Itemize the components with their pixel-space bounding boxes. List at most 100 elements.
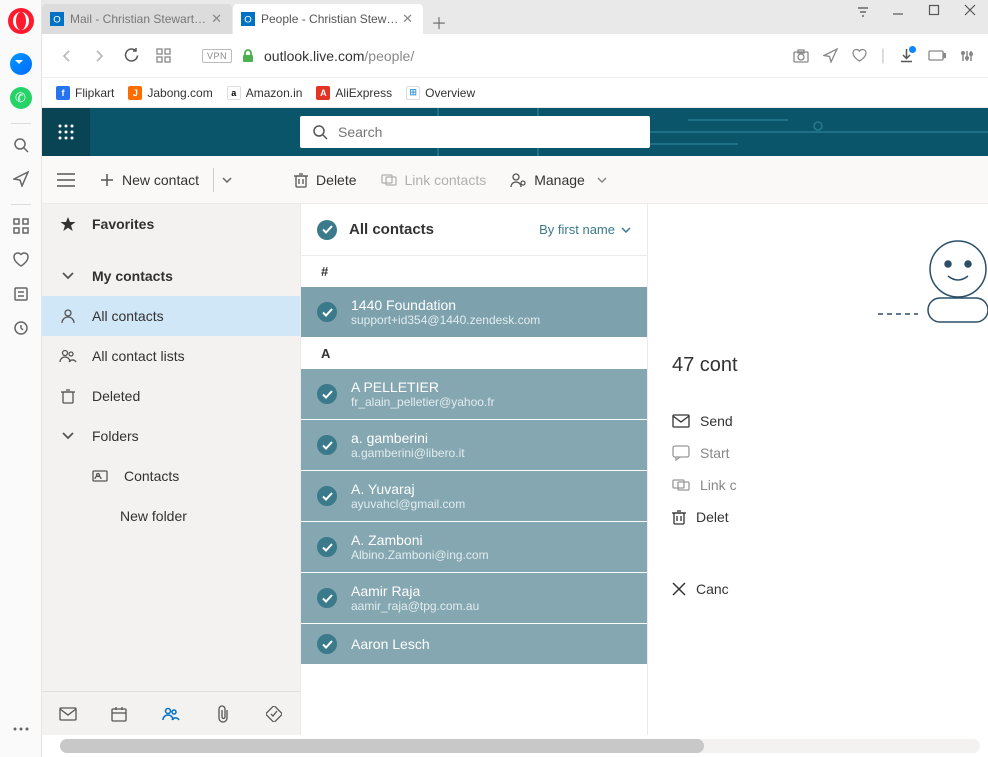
new-tab-button[interactable]: ＋: [424, 10, 454, 34]
battery-icon[interactable]: [928, 50, 946, 61]
list-title: All contacts: [349, 221, 527, 238]
nav-favorites[interactable]: Favorites: [42, 204, 300, 244]
row-checkbox[interactable]: [317, 537, 337, 557]
star-icon: [58, 216, 78, 232]
whatsapp-icon[interactable]: ✆: [7, 84, 35, 112]
group-header: #: [301, 256, 647, 287]
mail-icon: [672, 414, 690, 428]
contact-name: a. gamberini: [351, 430, 465, 446]
bookmark-heart-icon[interactable]: [852, 48, 867, 63]
amazon-icon: a: [227, 86, 241, 100]
close-icon[interactable]: ✕: [400, 11, 415, 27]
close-window-button[interactable]: [964, 4, 982, 18]
window-controls: [856, 4, 982, 18]
maximize-button[interactable]: [928, 4, 946, 18]
contact-row[interactable]: Aaron Lesch: [301, 624, 647, 665]
minimize-button[interactable]: [892, 4, 910, 18]
close-icon[interactable]: ✕: [209, 11, 224, 27]
url-path: /people/: [364, 48, 414, 64]
calendar-icon[interactable]: [105, 706, 133, 722]
search-input[interactable]: [338, 124, 638, 140]
news-icon[interactable]: [7, 280, 35, 308]
hamburger-icon[interactable]: [42, 156, 90, 204]
contact-row[interactable]: A. ZamboniAlbino.Zamboni@ing.com: [301, 522, 647, 573]
action-send-email[interactable]: Send: [672, 405, 988, 437]
extensions-icon[interactable]: [152, 45, 174, 67]
attach-icon[interactable]: [209, 705, 237, 723]
contact-row[interactable]: A. Yuvarajayuvahcl@gmail.com: [301, 471, 647, 522]
people-module-icon[interactable]: [157, 706, 185, 722]
bm-jabong[interactable]: JJabong.com: [128, 86, 212, 100]
tab-mail[interactable]: O Mail - Christian Stewart - O ✕: [42, 4, 232, 34]
action-delete[interactable]: Delet: [672, 501, 988, 533]
left-nav: Favorites My contacts All contacts All c…: [42, 204, 300, 735]
forward-button[interactable]: [88, 45, 110, 67]
url-field[interactable]: outlook.live.com/people/: [264, 48, 783, 64]
reload-button[interactable]: [120, 45, 142, 67]
new-contact-button[interactable]: New contact: [90, 164, 209, 196]
nav-folders[interactable]: Folders: [42, 416, 300, 456]
bm-overview[interactable]: ⊞Overview: [406, 86, 475, 100]
contact-name: 1440 Foundation: [351, 297, 540, 313]
contact-list-pane: All contacts By first name #1440 Foundat…: [300, 204, 648, 735]
chevron-down-icon: [58, 432, 78, 440]
contact-email: fr_alain_pelletier@yahoo.fr: [351, 395, 495, 409]
manage-button[interactable]: Manage: [498, 164, 619, 196]
bm-flipkart[interactable]: fFlipkart: [56, 86, 114, 100]
row-checkbox[interactable]: [317, 588, 337, 608]
horizontal-scrollbar[interactable]: [60, 739, 980, 753]
action-cancel[interactable]: Canc: [672, 573, 988, 605]
bm-amazon[interactable]: aAmazon.in: [227, 86, 303, 100]
more-icon[interactable]: [7, 715, 35, 743]
easy-setup-icon[interactable]: [960, 49, 974, 63]
row-checkbox[interactable]: [317, 384, 337, 404]
nav-new-folder[interactable]: New folder: [42, 496, 300, 536]
snapshot-icon[interactable]: [793, 49, 809, 63]
send-page-icon[interactable]: [823, 48, 838, 63]
contact-row[interactable]: Aamir Rajaaamir_raja@tpg.com.au: [301, 573, 647, 624]
nav-all-contacts[interactable]: All contacts: [42, 296, 300, 336]
contact-row[interactable]: a. gamberinia.gamberini@libero.it: [301, 420, 647, 471]
row-checkbox[interactable]: [317, 435, 337, 455]
select-all-toggle[interactable]: [317, 220, 337, 240]
back-button[interactable]: [56, 45, 78, 67]
close-icon: [672, 582, 686, 596]
heart-icon[interactable]: [7, 246, 35, 274]
sort-button[interactable]: By first name: [539, 222, 631, 237]
speed-dial-icon[interactable]: [7, 212, 35, 240]
action-link[interactable]: Link c: [672, 469, 988, 501]
nav-deleted[interactable]: Deleted: [42, 376, 300, 416]
contact-scroll[interactable]: #1440 Foundationsupport+id354@1440.zende…: [301, 256, 647, 735]
nav-my-contacts[interactable]: My contacts: [42, 256, 300, 296]
nav-all-lists[interactable]: All contact lists: [42, 336, 300, 376]
person-gear-icon: [510, 172, 526, 188]
bm-aliexpress[interactable]: AAliExpress: [316, 86, 392, 100]
downloads-icon[interactable]: [899, 48, 914, 63]
module-switcher: [42, 691, 300, 735]
outlook-header: [42, 108, 988, 156]
row-checkbox[interactable]: [317, 634, 337, 654]
action-start-chat[interactable]: Start: [672, 437, 988, 469]
nav-contacts-folder[interactable]: Contacts: [42, 456, 300, 496]
tab-strip: O Mail - Christian Stewart - O ✕ O Peopl…: [42, 0, 988, 34]
link-icon: [381, 173, 397, 187]
contact-row[interactable]: A PELLETIERfr_alain_pelletier@yahoo.fr: [301, 369, 647, 420]
search-box[interactable]: [300, 116, 650, 148]
history-icon[interactable]: [7, 314, 35, 342]
messenger-icon[interactable]: [7, 50, 35, 78]
row-checkbox[interactable]: [317, 302, 337, 322]
tab-people[interactable]: O People - Christian Stewart - ✕: [233, 4, 423, 34]
app-launcher-icon[interactable]: [42, 108, 90, 156]
todo-icon[interactable]: [260, 706, 288, 722]
new-contact-dropdown[interactable]: [213, 168, 232, 192]
vpn-badge[interactable]: VPN: [202, 49, 232, 63]
contact-email: a.gamberini@libero.it: [351, 446, 465, 460]
tab-menu-icon[interactable]: [856, 4, 874, 18]
send-icon[interactable]: [7, 165, 35, 193]
row-checkbox[interactable]: [317, 486, 337, 506]
flipkart-icon: f: [56, 86, 70, 100]
mail-icon[interactable]: [54, 707, 82, 721]
delete-button[interactable]: Delete: [282, 164, 368, 196]
contact-row[interactable]: 1440 Foundationsupport+id354@1440.zendes…: [301, 287, 647, 338]
search-icon[interactable]: [7, 131, 35, 159]
